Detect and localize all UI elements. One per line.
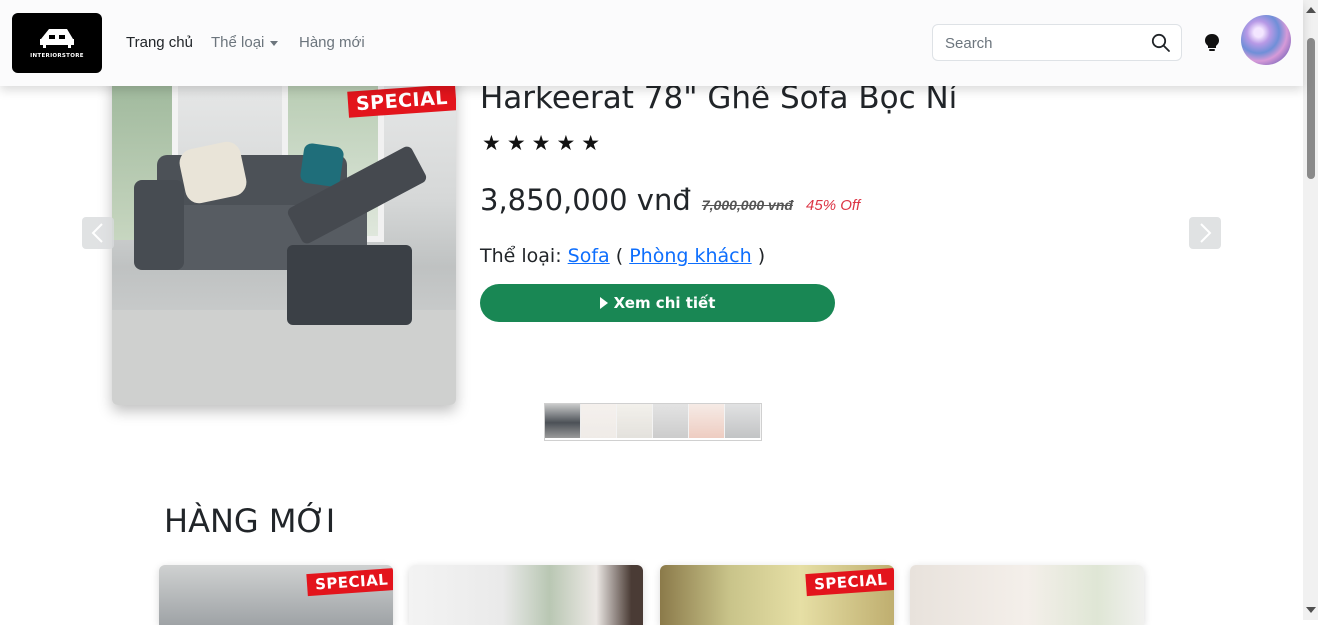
discount-label: 45% Off: [806, 197, 861, 214]
pillow-illustration: [299, 142, 345, 188]
product-card[interactable]: [910, 565, 1144, 625]
carousel-next-button[interactable]: [1189, 217, 1221, 249]
ottoman-illustration: [287, 245, 412, 325]
nav-dropdown-categories[interactable]: Thể loại: [211, 34, 279, 51]
category-label: Thể loại:: [480, 245, 562, 267]
special-badge: SPECIAL: [805, 567, 894, 597]
store-logo[interactable]: INTERIORSTORE: [12, 13, 102, 73]
paren-open: (: [615, 245, 624, 267]
search-input[interactable]: [933, 25, 1157, 62]
sofa-arm-illustration: [134, 180, 184, 270]
category-link-sofa[interactable]: Sofa: [568, 245, 610, 267]
thumbnail[interactable]: [581, 404, 617, 438]
sofa-logo-icon: [40, 29, 74, 48]
navbar: INTERIORSTORE Trang chủ Thể loại Hàng mớ…: [0, 0, 1303, 86]
thumbnail[interactable]: [689, 404, 725, 438]
thumbnail[interactable]: [725, 404, 761, 438]
paren-close: ): [757, 245, 766, 267]
rating-stars: ★★★★★: [482, 131, 607, 155]
user-avatar[interactable]: [1241, 15, 1291, 65]
chevron-right-icon: [1200, 223, 1212, 243]
view-details-label: Xem chi tiết: [613, 294, 716, 312]
search-icon[interactable]: [1151, 33, 1171, 53]
category-link-living-room[interactable]: Phòng khách: [629, 245, 751, 267]
hero-product-image[interactable]: SPECIAL: [112, 60, 456, 405]
nav-dropdown-label: Thể loại: [211, 34, 265, 51]
nav-link-home[interactable]: Trang chủ: [126, 34, 193, 51]
caret-down-icon: [270, 40, 279, 46]
chevron-left-icon: [91, 223, 103, 243]
special-badge: SPECIAL: [306, 567, 393, 597]
page-scrollbar[interactable]: [1303, 0, 1318, 620]
category-line: Thể loại: Sofa ( Phòng khách ): [480, 245, 765, 267]
carousel-thumbnails: [544, 403, 762, 441]
product-card[interactable]: SPECIAL: [660, 565, 894, 625]
search-box: [932, 24, 1182, 62]
thumbnail[interactable]: [617, 404, 653, 438]
thumbnail[interactable]: [545, 404, 581, 438]
logo-text: INTERIORSTORE: [30, 53, 84, 59]
price-block: 3,850,000 vnđ 7,000,000 vnđ 45% Off: [480, 183, 860, 217]
product-card[interactable]: [409, 565, 643, 625]
scroll-up-arrow-icon[interactable]: [1306, 7, 1316, 13]
lightbulb-icon[interactable]: [1203, 33, 1221, 53]
play-icon: [599, 297, 608, 309]
current-price: 3,850,000 vnđ: [480, 183, 691, 217]
nav-link-new-items[interactable]: Hàng mới: [299, 34, 365, 51]
product-card[interactable]: SPECIAL: [159, 565, 393, 625]
thumbnail[interactable]: [653, 404, 689, 438]
view-details-button[interactable]: Xem chi tiết: [480, 284, 835, 322]
section-title-new-items: HÀNG MỚI: [164, 502, 336, 540]
scroll-down-arrow-icon[interactable]: [1306, 607, 1316, 613]
scroll-thumb[interactable]: [1307, 38, 1315, 179]
old-price: 7,000,000 vnđ: [701, 197, 793, 213]
carousel-prev-button[interactable]: [82, 217, 114, 249]
